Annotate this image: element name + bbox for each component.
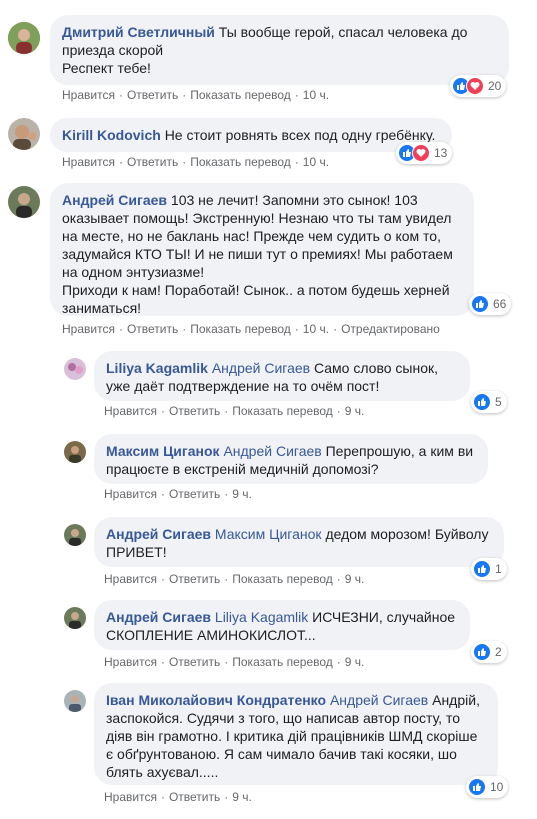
translate-link[interactable]: Показать перевод (232, 655, 333, 669)
love-icon (466, 77, 484, 95)
reactions-badge[interactable]: 10 (466, 776, 509, 798)
reactions-count: 66 (493, 297, 507, 311)
comment-bubble: Максим Циганок Андрей Сигаев Перепрошую,… (94, 434, 488, 484)
comment-bubble: Дмитрий Светличный Ты вообще герой, спас… (50, 15, 509, 85)
reactions-count: 10 (490, 780, 504, 794)
reactions-count: 1 (495, 562, 502, 576)
timestamp[interactable]: 9 ч. (232, 487, 252, 501)
like-icon (471, 295, 489, 313)
reply-link[interactable]: Ответить (169, 404, 220, 418)
comment-bubble: Андрей Сигаев 103 не лечит! Запомни это … (50, 183, 474, 316)
translate-link[interactable]: Показать перевод (190, 155, 291, 169)
comment-actions: Нравится · Ответить · Показать перевод · 10 ч. (62, 88, 330, 102)
timestamp[interactable]: 9 ч. (345, 572, 365, 586)
avatar[interactable] (8, 22, 40, 54)
comment-author[interactable]: Kirill Kodovich (62, 127, 161, 143)
mention[interactable]: Андрей Сигаев (223, 443, 321, 459)
like-link[interactable]: Нравится (104, 487, 157, 501)
reply-link[interactable]: Ответить (169, 655, 220, 669)
comment-bubble: Андрей Сигаев Liliya Kagamlik ИСЧЕЗНИ, с… (94, 600, 470, 650)
comment-author[interactable]: Дмитрий Светличный (62, 24, 215, 40)
like-link[interactable]: Нравится (104, 790, 157, 804)
reactions-badge[interactable]: 66 (469, 293, 512, 315)
reactions-badge[interactable]: 1 (471, 558, 507, 580)
love-icon (412, 144, 430, 162)
comment-bubble: Kirill Kodovich Не стоит ровнять всех по… (50, 118, 452, 152)
reply-link[interactable]: Ответить (169, 572, 220, 586)
comment-actions: Нравится · Ответить · Показать перевод · 9 ч. (104, 572, 365, 586)
comment-author[interactable]: Андрей Сигаев (106, 609, 211, 625)
comment-actions: Нравится · Ответить · Показать перевод · 9 ч. (104, 655, 365, 669)
reactions-count: 5 (495, 395, 502, 409)
comment-actions: Нравится · Ответить · 9 ч. (104, 487, 252, 501)
like-link[interactable]: Нравится (104, 572, 157, 586)
reactions-badge[interactable]: 5 (471, 391, 507, 413)
comment-bubble: Іван Миколайович Кондратенко Андрей Сига… (94, 683, 498, 785)
comment-author[interactable]: Андрей Сигаев (62, 192, 167, 208)
reply-link[interactable]: Ответить (169, 790, 220, 804)
reactions-badge[interactable]: 20 (450, 75, 507, 97)
reply-link[interactable]: Ответить (127, 322, 178, 336)
like-icon (473, 643, 491, 661)
comment-actions: Нравится · Ответить · Показать перевод · 10 ч. (62, 155, 330, 169)
timestamp[interactable]: 9 ч. (345, 655, 365, 669)
timestamp[interactable]: 10 ч. (303, 322, 329, 336)
avatar[interactable] (8, 186, 40, 218)
avatar[interactable] (64, 524, 86, 546)
like-link[interactable]: Нравится (104, 404, 157, 418)
reply-link[interactable]: Ответить (169, 487, 220, 501)
like-link[interactable]: Нравится (104, 655, 157, 669)
comment-author[interactable]: Максим Циганок (106, 443, 220, 459)
translate-link[interactable]: Показать перевод (190, 88, 291, 102)
mention[interactable]: Андрей Сигаев (330, 692, 428, 708)
translate-link[interactable]: Показать перевод (232, 404, 333, 418)
like-link[interactable]: Нравится (62, 322, 115, 336)
comment-actions: Нравится · Ответить · Показать перевод · 9 ч. (104, 404, 365, 418)
timestamp[interactable]: 9 ч. (345, 404, 365, 418)
like-icon (473, 560, 491, 578)
timestamp[interactable]: 10 ч. (303, 88, 329, 102)
comment-text: 103 не лечит! Запомни это сынок! 103 ока… (62, 192, 453, 316)
mention[interactable]: Максим Циганок (215, 526, 322, 542)
comment-bubble: Liliya Kagamlik Андрей Сигаев Само слово… (94, 351, 470, 401)
reactions-badge[interactable]: 13 (396, 142, 453, 164)
reactions-badge[interactable]: 2 (471, 641, 507, 663)
like-icon (468, 778, 486, 796)
comment-bubble: Андрей Сигаев Максим Циганок дедом мороз… (94, 517, 504, 567)
like-icon (473, 393, 491, 411)
avatar[interactable] (64, 690, 86, 712)
avatar[interactable] (64, 441, 86, 463)
comment-author[interactable]: Liliya Kagamlik (106, 360, 208, 376)
avatar[interactable] (64, 607, 86, 629)
comment-actions: Нравится · Ответить · 9 ч. (104, 790, 252, 804)
comment-text: Не стоит ровнять всех под одну гребёнку. (164, 127, 436, 143)
comment-author[interactable]: Іван Миколайович Кондратенко (106, 692, 326, 708)
mention[interactable]: Андрей Сигаев (212, 360, 310, 376)
translate-link[interactable]: Показать перевод (232, 572, 333, 586)
mention[interactable]: Liliya Kagamlik (215, 609, 308, 625)
edited-label[interactable]: Отредактировано (341, 322, 440, 336)
like-link[interactable]: Нравится (62, 155, 115, 169)
avatar[interactable] (8, 118, 40, 150)
reactions-count: 13 (434, 146, 448, 160)
comment-author[interactable]: Андрей Сигаев (106, 526, 211, 542)
reply-link[interactable]: Ответить (127, 88, 178, 102)
reactions-count: 2 (495, 645, 502, 659)
avatar[interactable] (64, 358, 86, 380)
translate-link[interactable]: Показать перевод (190, 322, 291, 336)
comment-actions: Нравится · Ответить · Показать перевод · 10 ч.… (62, 322, 440, 336)
timestamp[interactable]: 9 ч. (232, 790, 252, 804)
like-link[interactable]: Нравится (62, 88, 115, 102)
reactions-count: 20 (488, 79, 502, 93)
timestamp[interactable]: 10 ч. (303, 155, 329, 169)
reply-link[interactable]: Ответить (127, 155, 178, 169)
